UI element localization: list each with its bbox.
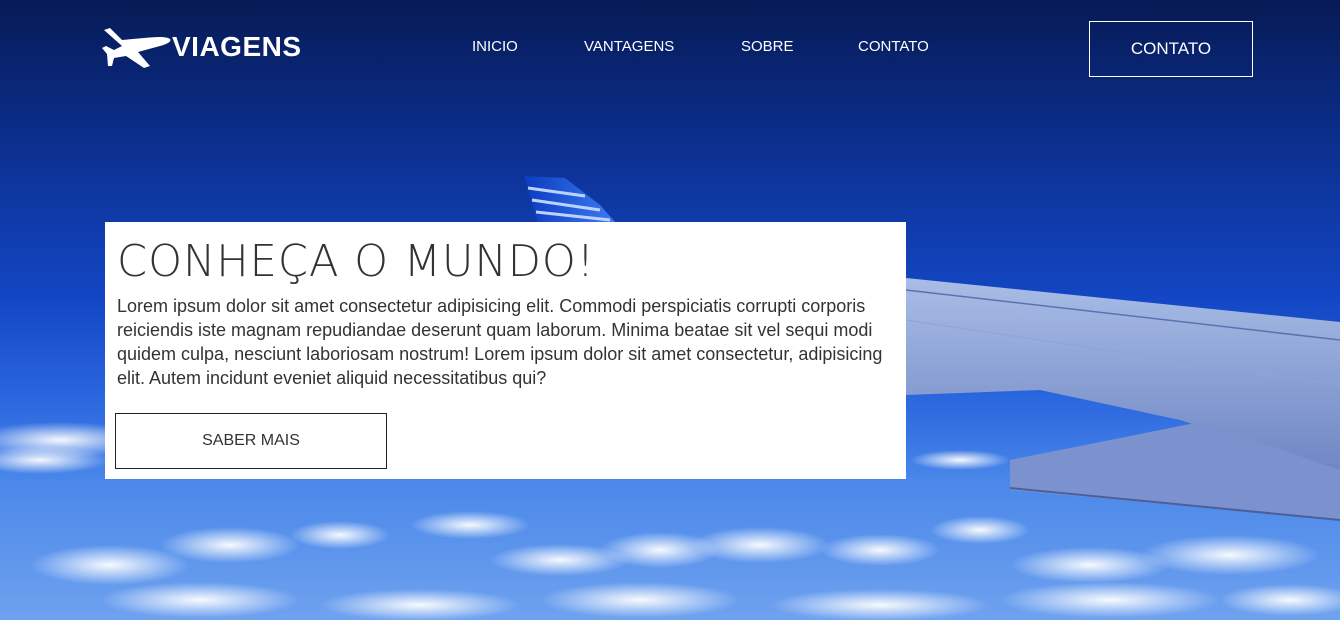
brand-name: VIAGENS: [172, 31, 302, 62]
airplane-icon: [102, 28, 171, 68]
learn-more-button[interactable]: SABER MAIS: [115, 413, 387, 469]
contact-button[interactable]: CONTATO: [1089, 21, 1253, 77]
hero-description: Lorem ipsum dolor sit amet consectetur a…: [117, 296, 883, 388]
nav-item-vantagens[interactable]: VANTAGENS: [584, 38, 674, 55]
nav-item-inicio[interactable]: INICIO: [472, 38, 518, 55]
hero-title: CONHEÇA O MUNDO!: [117, 236, 596, 287]
hero-card: CONHEÇA O MUNDO! Lorem ipsum dolor sit a…: [105, 222, 906, 479]
nav-item-sobre[interactable]: SOBRE: [741, 38, 794, 55]
brand-logo[interactable]: VIAGENS: [100, 22, 302, 74]
nav-item-contato[interactable]: CONTATO: [858, 38, 929, 55]
site-header: VIAGENS INICIO VANTAGENS SOBRE CONTATO C…: [0, 0, 1340, 100]
